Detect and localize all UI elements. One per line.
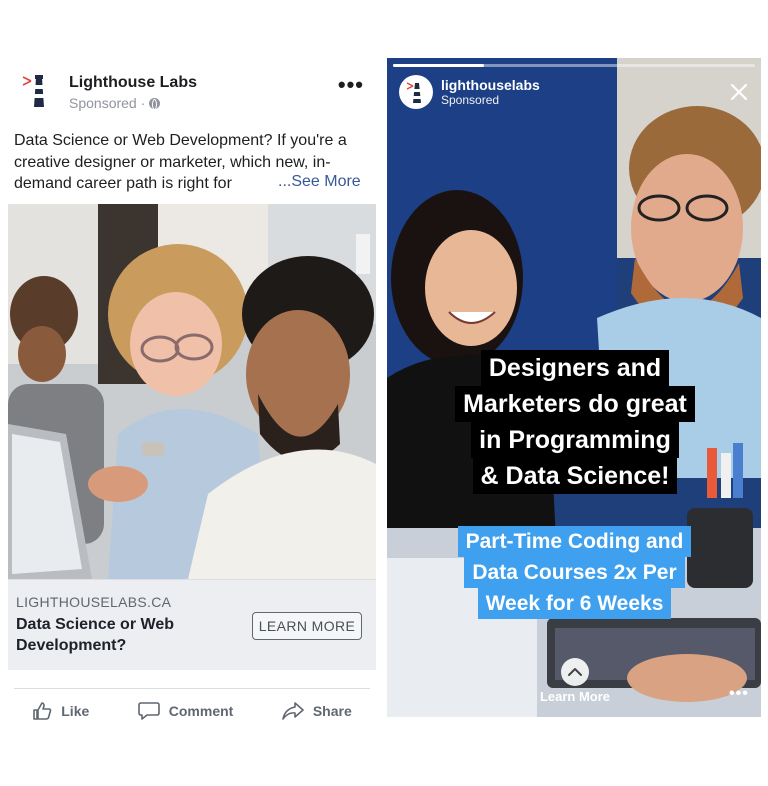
learn-more-link[interactable]: Learn More (523, 689, 627, 704)
subheadline-line: Data Courses 2x Per (464, 557, 685, 588)
instagram-story-ad[interactable]: lighthouselabs Sponsored Designers and M… (387, 58, 761, 717)
share-icon (282, 701, 304, 721)
headline-line: in Programming (471, 422, 679, 458)
globe-icon (149, 97, 161, 110)
link-preview[interactable]: LIGHTHOUSELABS.CA Data Science or Web De… (8, 579, 376, 670)
chevron-up-icon[interactable] (561, 658, 589, 686)
headline-line: Marketers do great (455, 386, 695, 422)
comment-button[interactable]: Comment (137, 701, 234, 721)
page-name[interactable]: Lighthouse Labs (69, 74, 197, 92)
share-button[interactable]: Share (282, 701, 352, 721)
subheadline-line: Part-Time Coding and (457, 526, 692, 557)
post-header: Lighthouse Labs Sponsored · ••• (8, 60, 376, 120)
like-label: Like (61, 703, 90, 719)
headline-line: Designers and (480, 350, 670, 386)
link-domain: LIGHTHOUSELABS.CA (16, 594, 172, 610)
avatar[interactable] (399, 75, 433, 109)
post-actions: Like Comment Share (8, 696, 376, 726)
sponsored-label: Sponsored (441, 93, 500, 107)
facebook-ad-card: Lighthouse Labs Sponsored · ••• Data Sci… (8, 60, 376, 732)
learn-more-button[interactable]: LEARN MORE (252, 612, 362, 640)
comment-icon (137, 701, 160, 721)
story-progress-bar (393, 64, 755, 67)
see-more-link[interactable]: ...See More (278, 173, 361, 191)
story-subheadline: Part-Time Coding and Data Courses 2x Per… (442, 526, 707, 619)
close-icon[interactable] (727, 80, 751, 104)
story-progress-fill (393, 64, 484, 67)
sponsored-label: Sponsored · (69, 95, 161, 111)
divider (14, 688, 370, 689)
more-horizontal-icon[interactable]: ••• (729, 685, 749, 703)
comment-label: Comment (168, 703, 234, 719)
more-horizontal-icon[interactable]: ••• (338, 72, 364, 98)
share-label: Share (312, 703, 352, 719)
account-name[interactable]: lighthouselabs (441, 77, 540, 93)
subheadline-line: Week for 6 Weeks (477, 588, 672, 619)
thumbs-up-icon (32, 701, 52, 721)
sponsored-text: Sponsored · (69, 95, 146, 111)
story-headline: Designers and Marketers do great in Prog… (438, 350, 712, 494)
ad-photo[interactable] (8, 204, 376, 579)
lighthouse-logo-icon[interactable] (20, 73, 56, 111)
link-headline[interactable]: Data Science or Web Development? (16, 614, 236, 656)
headline-line: & Data Science! (472, 458, 678, 494)
like-button[interactable]: Like (32, 701, 89, 721)
